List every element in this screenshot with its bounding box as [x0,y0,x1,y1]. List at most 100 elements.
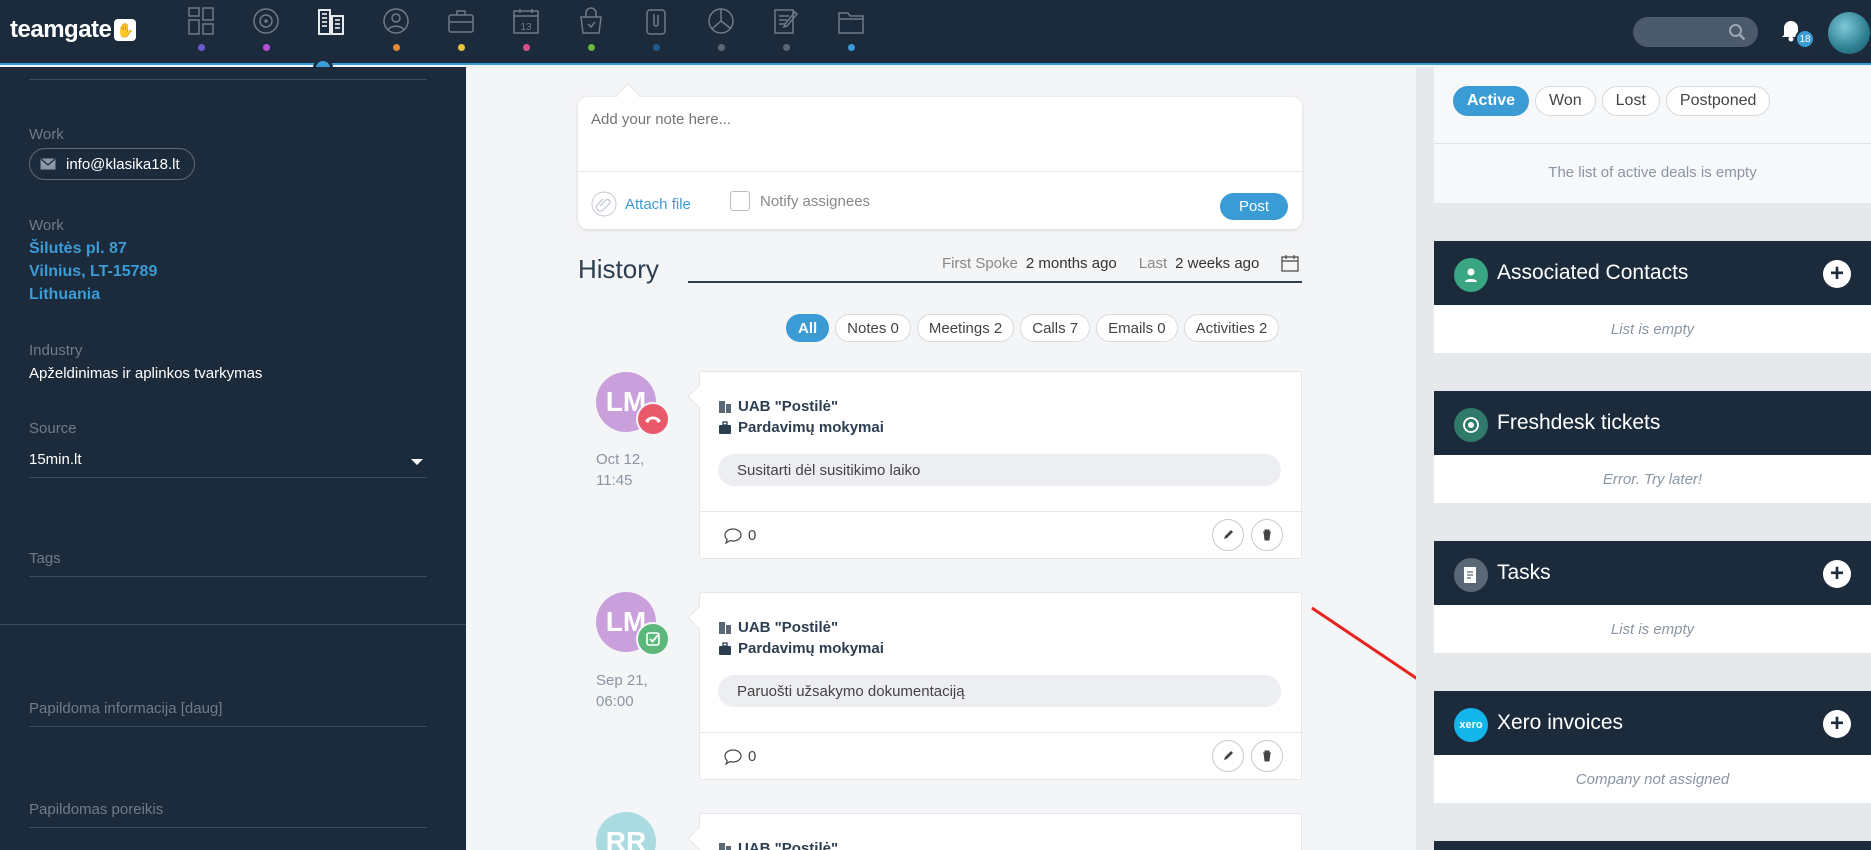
first-spoke-value: 2 months ago [1025,254,1117,272]
add-invoice-button[interactable]: + [1823,710,1851,738]
nav-dot [717,44,725,51]
post-button[interactable]: Post [1220,193,1288,220]
task-icon [1454,558,1488,592]
address-line-2[interactable]: Vilnius, LT-15789 [29,263,157,281]
delete-button[interactable] [1251,519,1283,551]
add-task-button[interactable]: + [1823,560,1851,588]
filter-all[interactable]: All [786,314,830,342]
deal-row[interactable]: Pardavimų mokymai [718,419,884,436]
pencil-icon [1224,751,1233,760]
nav-files[interactable] [818,0,883,60]
nav-forms[interactable] [753,0,818,60]
history-filters: All Notes 0 Meetings 2 Calls 7 Emails 0 … [786,314,1280,342]
checkbox[interactable] [730,191,750,211]
company-row[interactable]: UAB "Postilė" [718,398,838,415]
freshdesk-panel: Freshdesk tickets Error. Try later! [1434,391,1871,503]
company-row[interactable]: UAB "Postilė" [718,840,838,850]
tab-won[interactable]: Won [1535,86,1596,116]
filter-activities[interactable]: Activities 2 [1183,314,1280,342]
delete-button[interactable] [1251,740,1283,772]
nav-leads[interactable] [233,0,298,60]
notify-assignees-checkbox[interactable]: Notify assignees [730,191,870,211]
panel-header: Tasks + [1434,541,1871,605]
history-column: Attach file Notify assignees Post Histor… [466,67,1416,850]
nav-products[interactable] [558,0,623,60]
trash-icon [1263,529,1271,541]
chevron-down-icon[interactable] [411,459,423,465]
column-gutter [1416,67,1434,850]
filter-notes[interactable]: Notes 0 [835,314,911,342]
deal-name: Pardavimų mokymai [738,640,884,657]
person-icon [1454,258,1488,292]
dashboard-icon [187,7,214,35]
address-line-3[interactable]: Lithuania [29,286,100,304]
attach-file-button[interactable]: Attach file [591,191,691,217]
panel-header: xero Xero invoices + [1434,691,1871,755]
xero-icon: xero [1454,708,1488,742]
divider [700,511,1303,512]
last-label: Last [1138,254,1168,272]
activity-text: Susitarti dėl susitikimo laiko [718,454,1281,486]
filter-calls[interactable]: Calls 7 [1020,314,1091,342]
note-input[interactable] [591,111,1281,128]
entry-date-time: 06:00 [596,693,634,710]
clip-icon [645,9,666,35]
comments-button[interactable]: 0 [724,748,756,765]
extra-info-field[interactable]: Papildoma informacija [daug] [29,700,222,717]
divider [29,726,427,727]
xero-invoices-panel: xero Xero invoices + Company not assigne… [1434,691,1871,803]
filter-meetings[interactable]: Meetings 2 [916,314,1015,342]
comments-button[interactable]: 0 [724,527,756,544]
add-contact-button[interactable]: + [1823,260,1851,288]
company-name: UAB "Postilė" [738,840,839,850]
tab-postponed[interactable]: Postponed [1665,86,1771,116]
logo[interactable]: teamgate ✋ [10,16,137,44]
nav-reports[interactable] [688,0,753,60]
source-select[interactable]: 15min.lt [29,451,82,468]
filter-emails[interactable]: Emails 0 [1096,314,1178,342]
notify-label: Notify assignees [760,192,871,210]
edit-button[interactable] [1212,740,1244,772]
nav-dot [652,44,660,51]
spoke-summary: First Spoke 2 months ago Last 2 weeks ag… [942,254,1299,272]
tags-field[interactable]: Tags [29,550,61,567]
company-row[interactable]: UAB "Postilė" [718,619,838,636]
user-avatar[interactable]: RR [596,812,656,850]
panel-error-text: Error. Try later! [1434,455,1871,503]
briefcase-icon [719,641,731,655]
deal-tabs: Active Won Lost Postponed [1453,86,1771,116]
tab-active[interactable]: Active [1453,86,1530,116]
user-avatar[interactable] [1828,12,1870,54]
email-pill[interactable]: info@klasika18.lt [29,148,195,180]
deals-widget: Active Won Lost Postponed The list of ac… [1434,67,1871,203]
panel-header: Associated Contacts + [1434,241,1871,305]
industry-value[interactable]: Apželdinimas ir aplinkos tvarkymas [29,365,262,382]
buildings-icon [317,9,344,35]
company-name: UAB "Postilė" [738,398,839,415]
nav-documents[interactable] [623,0,688,60]
envelope-icon [40,158,56,170]
nav-dashboard[interactable] [168,0,233,60]
paperclip-icon [591,191,617,217]
divider [1434,143,1871,144]
briefcase-icon [447,10,474,33]
edit-button[interactable] [1212,519,1244,551]
panel-title: Xero invoices [1497,711,1624,734]
nav-deals[interactable] [428,0,493,60]
deal-row[interactable]: Pardavimų mokymai [718,640,884,657]
divider [29,477,427,478]
freshdesk-icon [1454,408,1488,442]
folder-icon [837,12,864,34]
search-input[interactable] [1633,17,1758,47]
extra-need-field[interactable]: Papildomas poreikis [29,801,163,818]
nav-dot [197,44,205,51]
industry-label: Industry [29,342,83,359]
nav-people[interactable] [363,0,428,60]
address-line-1[interactable]: Šilutės pl. 87 [29,240,127,258]
nav-companies[interactable] [298,0,363,60]
bag-icon [579,7,602,34]
nav-calendar[interactable]: 13 [493,0,558,60]
tab-lost[interactable]: Lost [1601,86,1660,116]
calendar-icon[interactable] [1281,254,1299,272]
entry-date-day: Sep 21, [596,672,648,689]
